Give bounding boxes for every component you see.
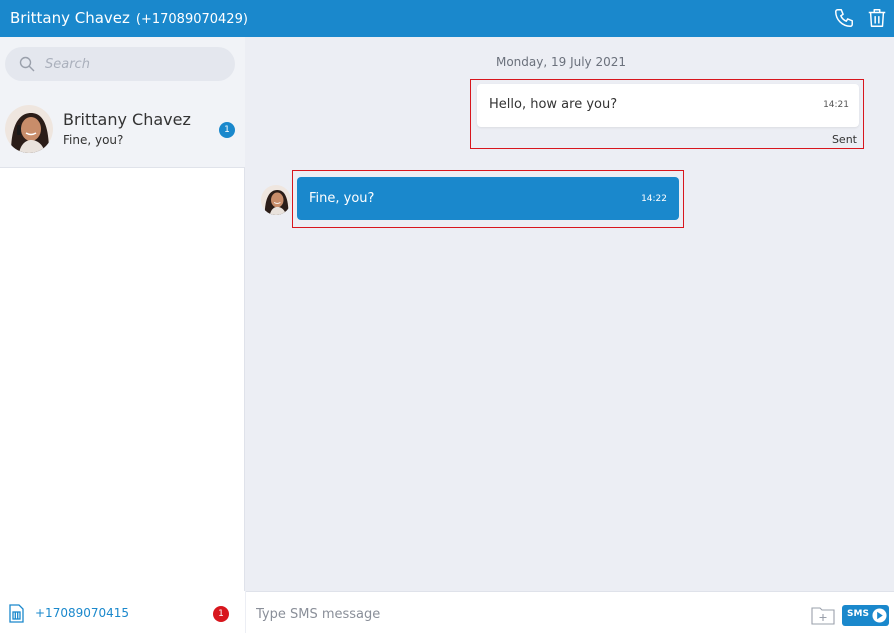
message-input[interactable] bbox=[256, 604, 796, 624]
sim-notification-badge: 1 bbox=[213, 606, 229, 622]
send-sms-button[interactable]: SMS bbox=[842, 605, 889, 626]
sim-phone-number[interactable]: +17089070415 bbox=[35, 606, 129, 620]
outgoing-message: Hello, how are you? 14:21 Sent bbox=[470, 79, 864, 149]
incoming-message: Fine, you? 14:22 bbox=[292, 170, 684, 228]
contact-avatar bbox=[5, 105, 53, 153]
date-separator: Monday, 19 July 2021 bbox=[495, 55, 627, 69]
last-message-preview: Fine, you? bbox=[63, 133, 124, 147]
search-icon bbox=[19, 56, 35, 72]
search-box[interactable] bbox=[5, 47, 235, 81]
outgoing-bubble[interactable]: Hello, how are you? 14:21 bbox=[477, 84, 859, 127]
unread-badge: 1 bbox=[219, 122, 235, 138]
sim-selector[interactable]: +17089070415 1 bbox=[0, 591, 245, 633]
message-thread: Monday, 19 July 2021 Hello, how are you?… bbox=[246, 37, 894, 591]
contact-name: Brittany Chavez bbox=[63, 110, 191, 129]
delivery-status: Sent bbox=[831, 133, 857, 146]
incoming-bubble[interactable]: Fine, you? 14:22 bbox=[297, 177, 679, 220]
app-header: Brittany Chavez (+17089070429) bbox=[0, 0, 894, 37]
message-time: 14:22 bbox=[641, 194, 667, 204]
search-area bbox=[0, 37, 245, 92]
message-text: Hello, how are you? bbox=[489, 97, 618, 112]
attach-file-icon[interactable] bbox=[811, 605, 835, 625]
phone-call-icon[interactable] bbox=[833, 7, 855, 29]
search-input[interactable] bbox=[45, 54, 225, 74]
send-button-label: SMS bbox=[847, 609, 869, 619]
header-title: Brittany Chavez (+17089070429) bbox=[10, 9, 248, 27]
trash-icon[interactable] bbox=[866, 7, 888, 29]
send-arrow-icon bbox=[872, 608, 887, 623]
header-contact-phone: (+17089070429) bbox=[135, 12, 248, 27]
conversation-sidebar: Brittany Chavez Fine, you? 1 +1708907041… bbox=[0, 37, 245, 633]
conversation-item[interactable]: Brittany Chavez Fine, you? 1 bbox=[0, 92, 245, 168]
sim-card-icon bbox=[9, 604, 24, 623]
sender-avatar bbox=[261, 185, 291, 215]
message-composer: SMS bbox=[246, 591, 894, 633]
header-contact-name: Brittany Chavez bbox=[10, 9, 130, 27]
message-text: Fine, you? bbox=[309, 191, 375, 206]
message-time: 14:21 bbox=[823, 100, 849, 110]
